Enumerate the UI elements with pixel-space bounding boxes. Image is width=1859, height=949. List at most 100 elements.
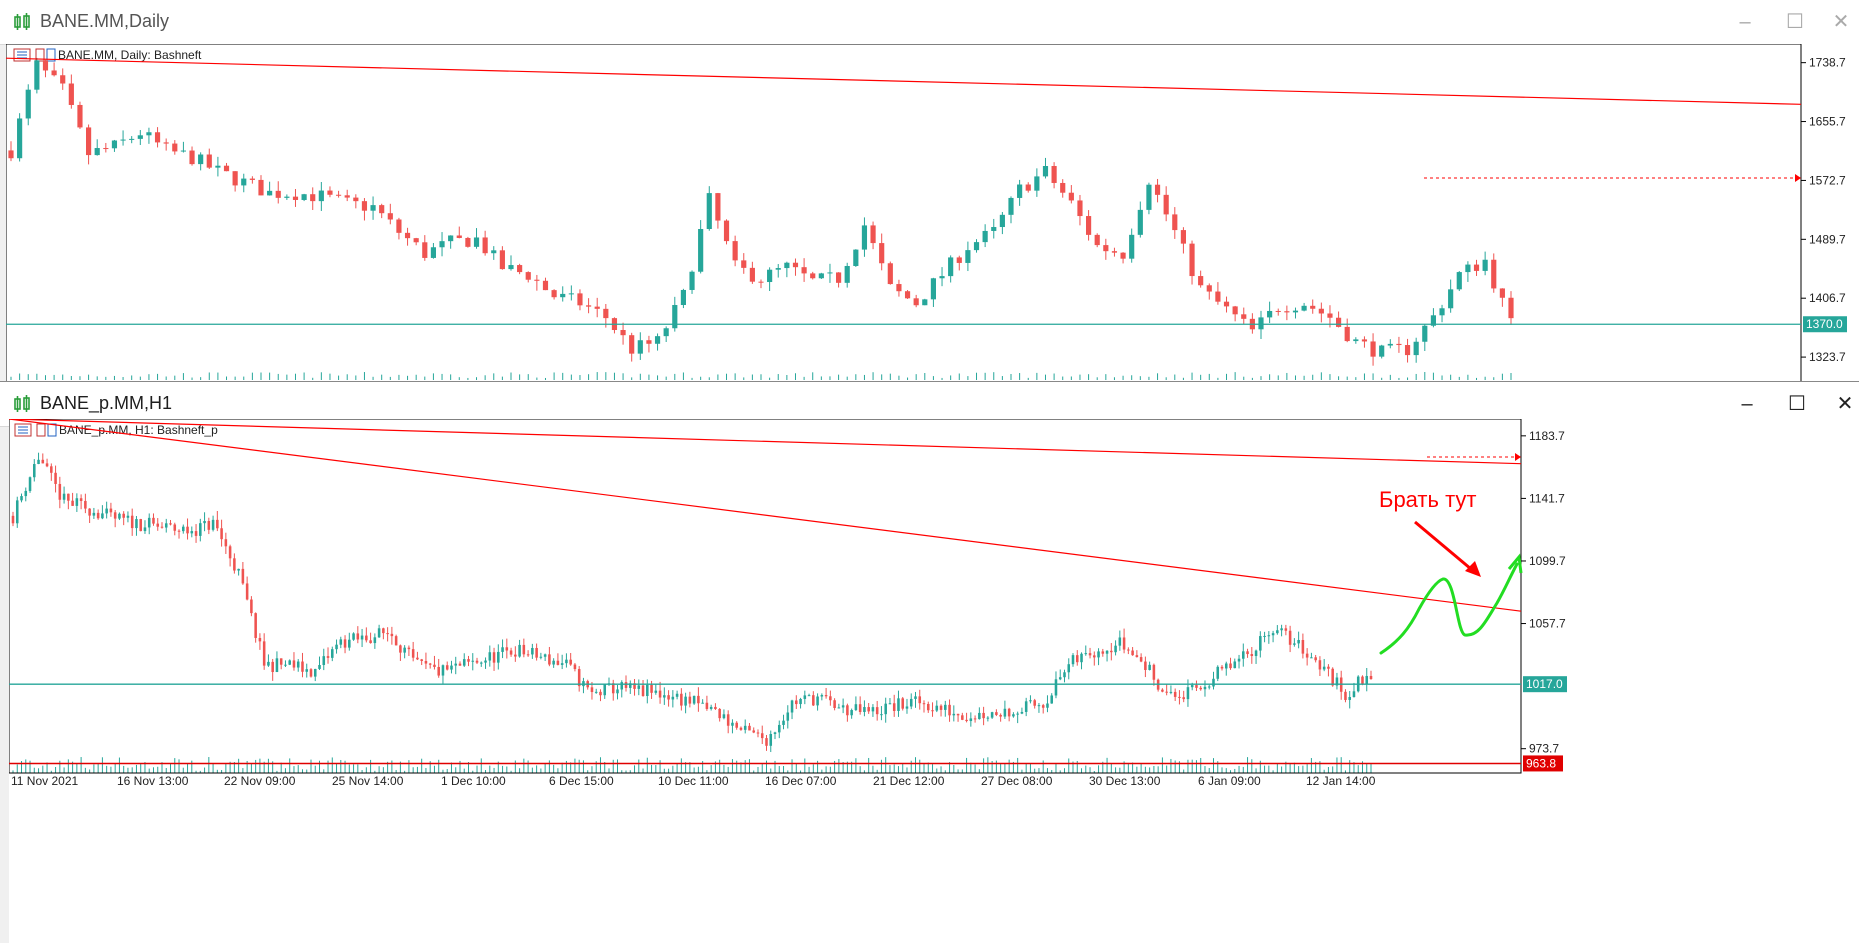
candle-body bbox=[892, 703, 896, 711]
candle-body bbox=[1154, 184, 1161, 195]
candle-body bbox=[1284, 628, 1288, 631]
candle-body bbox=[177, 530, 181, 532]
candle-body bbox=[1003, 708, 1007, 717]
candle-body bbox=[1482, 259, 1488, 271]
candle-body bbox=[422, 242, 428, 258]
candle-body bbox=[284, 196, 290, 198]
window-titlebar[interactable]: BANE.MM,Daily – ☐ ✕ bbox=[0, 0, 1859, 45]
candle-body bbox=[1063, 672, 1066, 678]
candle-body bbox=[1224, 663, 1228, 669]
candle-body bbox=[445, 665, 449, 670]
candle-body bbox=[1267, 310, 1273, 318]
candle-body bbox=[233, 558, 236, 571]
candle-body bbox=[1058, 677, 1062, 680]
support-price-label: 963.8 bbox=[1526, 756, 1556, 770]
candle-body bbox=[888, 703, 892, 705]
time-tick-label: 27 Dec 08:00 bbox=[981, 774, 1053, 788]
candle-body bbox=[641, 685, 645, 697]
candle-body bbox=[88, 508, 91, 516]
candle-body bbox=[824, 695, 828, 697]
candle-body bbox=[1029, 700, 1032, 702]
candle-body bbox=[109, 508, 113, 513]
candle-body bbox=[850, 710, 853, 716]
candle-body bbox=[129, 138, 135, 140]
candle-body bbox=[343, 639, 347, 648]
candle-body bbox=[944, 704, 947, 710]
candle-body bbox=[1250, 654, 1254, 657]
chart-svg-h1[interactable]: BANE_p.MM, H1: Bashneft_p 1183.71141.7109… bbox=[8, 418, 1859, 944]
candle-body bbox=[482, 237, 488, 254]
annotation-text: Брать тут bbox=[1379, 487, 1476, 512]
candle-body bbox=[77, 104, 83, 128]
candle-body bbox=[1148, 664, 1151, 670]
window-title: BANE_p.MM,H1 bbox=[40, 393, 173, 413]
chart-area-daily[interactable]: BANE.MM, Daily: Bashneft 1738.7 1655.7 1572… bbox=[5, 43, 1859, 390]
candle-body bbox=[760, 733, 764, 739]
candle-body bbox=[803, 695, 807, 699]
close-button[interactable]: ✕ bbox=[1825, 390, 1859, 418]
maximize-button[interactable]: ☐ bbox=[1775, 8, 1815, 36]
candle-body bbox=[705, 702, 709, 709]
candle-body bbox=[1172, 214, 1178, 231]
candle-body bbox=[1097, 651, 1100, 658]
candle-body bbox=[245, 583, 249, 600]
candle-body bbox=[871, 707, 875, 712]
candle-body bbox=[739, 727, 743, 730]
candle-body bbox=[701, 702, 704, 704]
candle-body bbox=[1404, 345, 1411, 356]
candle-body bbox=[901, 698, 905, 709]
candle-body bbox=[373, 637, 377, 644]
candle-body bbox=[241, 568, 245, 584]
candle-body bbox=[424, 660, 428, 664]
candle-body bbox=[396, 219, 402, 233]
candle-body bbox=[220, 528, 223, 540]
maximize-button[interactable]: ☐ bbox=[1777, 390, 1817, 418]
candle-body bbox=[1017, 184, 1023, 198]
candle-body bbox=[1025, 184, 1031, 191]
candle-body bbox=[948, 704, 951, 716]
candle-body bbox=[309, 669, 313, 677]
candle-body bbox=[586, 305, 592, 307]
candle-body bbox=[322, 656, 326, 666]
candle-body bbox=[1088, 653, 1092, 656]
candle-body bbox=[130, 515, 134, 529]
candle-body bbox=[816, 696, 819, 706]
minimize-button[interactable]: – bbox=[1725, 8, 1765, 36]
candle-body bbox=[169, 523, 172, 525]
candle-body bbox=[1110, 650, 1113, 653]
candle-body bbox=[624, 682, 628, 688]
candle-body bbox=[491, 250, 497, 254]
time-tick-label: 6 Dec 15:00 bbox=[549, 774, 614, 788]
candle-body bbox=[689, 271, 695, 290]
chart-area-h1[interactable]: BANE_p.MM, H1: Bashneft_p 1183.7 1141.7 109… bbox=[8, 418, 1859, 944]
candle-body bbox=[484, 660, 487, 663]
candle-body bbox=[1456, 272, 1462, 290]
candle-body bbox=[180, 150, 186, 152]
candle-body bbox=[1207, 686, 1211, 688]
candle-body bbox=[1233, 661, 1237, 669]
candle-body bbox=[569, 659, 572, 665]
candle-body bbox=[801, 267, 807, 274]
candle-body bbox=[1042, 166, 1049, 177]
candle-body bbox=[539, 656, 543, 658]
minimize-button[interactable]: – bbox=[1727, 390, 1767, 418]
candle-body bbox=[433, 664, 436, 667]
candle-body bbox=[206, 154, 212, 168]
candle-body bbox=[956, 257, 962, 263]
candle-body bbox=[518, 644, 521, 657]
candle-body bbox=[199, 523, 202, 536]
candle-body bbox=[54, 472, 57, 484]
candle-body bbox=[1223, 301, 1230, 307]
candle-body bbox=[42, 60, 49, 71]
candle-body bbox=[552, 660, 555, 665]
candle-body bbox=[935, 705, 939, 711]
candle-body bbox=[241, 178, 247, 186]
candle-body bbox=[799, 698, 802, 705]
close-button[interactable]: ✕ bbox=[1821, 8, 1859, 36]
candle-body bbox=[1182, 697, 1185, 700]
candle-body bbox=[1161, 689, 1164, 692]
chart-svg-daily[interactable]: BANE.MM, Daily: Bashneft1738.71655.71572… bbox=[5, 43, 1859, 390]
candle-body bbox=[458, 663, 462, 666]
time-tick-label: 25 Nov 14:00 bbox=[332, 774, 404, 788]
candle-body bbox=[45, 463, 49, 467]
